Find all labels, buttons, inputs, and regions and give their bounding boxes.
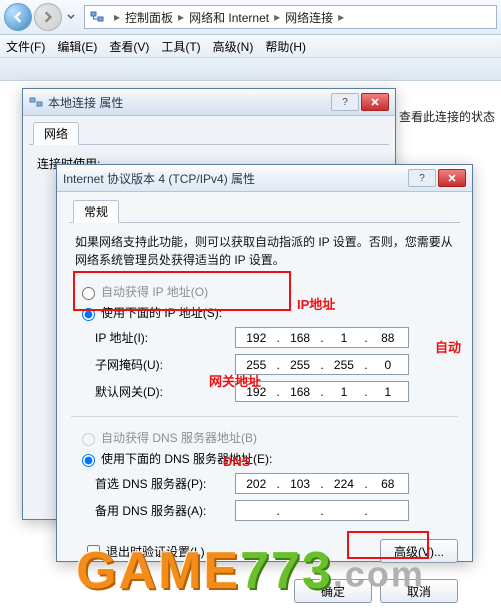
annotation-auto: 自动 [435,337,461,356]
cancel-button[interactable]: 取消 [380,579,458,603]
row-mask: 子网掩码(U): 255. 255. 255. 0 [73,354,456,375]
dlg2-close-button[interactable] [438,169,466,187]
crumb-network-internet[interactable]: 网络和 Internet [189,9,269,26]
input-ip-address[interactable]: 192. 168. 1. 88 [235,327,409,348]
mask-oct3[interactable]: 255 [324,358,365,372]
dlg1-tabs: 网络 [29,122,389,145]
radio-ip-auto-label: 自动获得 IP 地址(O) [101,283,208,300]
tab-network[interactable]: 网络 [33,122,79,145]
arrow-right-icon [42,11,54,23]
chevron-down-icon[interactable] [67,13,75,21]
ip-oct1[interactable]: 192 [236,331,277,345]
radio-dns-manual[interactable]: 使用下面的 DNS 服务器地址(E): [77,450,452,467]
menu-tools[interactable]: 工具(T) [161,38,200,55]
menu-view[interactable]: 查看(V) [109,38,149,55]
dlg2-title: Internet 协议版本 4 (TCP/IPv4) 属性 [63,170,255,187]
dlg1-titlebar[interactable]: 本地连接 属性 ? [23,89,395,116]
gw-oct3[interactable]: 1 [324,385,365,399]
row-dns1: 首选 DNS 服务器(P): 202. 103. 224. 68 [73,473,456,494]
crumb-network-connections[interactable]: 网络连接 [285,9,333,26]
checkbox-validate-input[interactable] [87,545,100,558]
row-dns2: 备用 DNS 服务器(A): . . . [73,500,456,521]
dns1-oct2[interactable]: 103 [280,477,321,491]
command-bar [0,58,501,81]
label-ip: IP 地址(I): [95,329,235,346]
breadcrumb-bar[interactable]: ▸ 控制面板 ▸ 网络和 Internet ▸ 网络连接 ▸ [84,5,497,29]
label-dns2: 备用 DNS 服务器(A): [95,502,235,519]
dns1-oct3[interactable]: 224 [324,477,365,491]
close-icon [371,98,379,106]
network-icon [89,9,105,25]
gw-oct2[interactable]: 168 [280,385,321,399]
radio-dns-manual-input[interactable] [82,454,95,467]
status-note: 查看此连接的状态 [399,108,495,125]
annotation-dns: DNS [223,454,250,469]
explorer-navbar: ▸ 控制面板 ▸ 网络和 Internet ▸ 网络连接 ▸ [0,0,501,35]
menu-advanced[interactable]: 高级(N) [213,38,254,55]
dlg2-tabs: 常规 [69,200,460,223]
menu-file[interactable]: 文件(F) [6,38,45,55]
radio-ip-manual[interactable]: 使用下面的 IP 地址(S): [77,304,452,321]
annotation-ip: IP地址 [297,294,335,313]
nav-back-button[interactable] [4,3,32,31]
dlg1-title: 本地连接 属性 [48,94,123,111]
network-adapter-icon [29,95,43,109]
dns1-oct1[interactable]: 202 [236,477,277,491]
dlg2-help-button[interactable]: ? [408,169,436,187]
annotation-gateway: 网关地址 [209,371,261,390]
input-subnet-mask[interactable]: 255. 255. 255. 0 [235,354,409,375]
radio-dns-auto-input [82,433,95,446]
gw-oct4[interactable]: 1 [368,385,409,399]
checkbox-validate-on-exit[interactable]: 退出时验证设置(L) [83,542,205,561]
mask-oct2[interactable]: 255 [280,358,321,372]
menu-help[interactable]: 帮助(H) [265,38,306,55]
radio-ip-manual-input[interactable] [82,308,95,321]
crumb-control-panel[interactable]: 控制面板 [125,9,173,26]
ip-oct2[interactable]: 168 [280,331,321,345]
advanced-button[interactable]: 高级(V)... [380,539,458,563]
ip-oct4[interactable]: 88 [368,331,409,345]
checkbox-validate-label: 退出时验证设置(L) [106,543,205,560]
mask-oct4[interactable]: 0 [368,358,409,372]
label-dns1: 首选 DNS 服务器(P): [95,475,235,492]
tab-general[interactable]: 常规 [73,200,119,223]
ok-button[interactable]: 确定 [294,579,372,603]
input-alternate-dns[interactable]: . . . [235,500,409,521]
nav-forward-button[interactable] [34,3,62,31]
row-ip: IP 地址(I): 192. 168. 1. 88 [73,327,456,348]
dlg1-help-button[interactable]: ? [331,93,359,111]
arrow-left-icon [12,11,24,23]
radio-dns-auto: 自动获得 DNS 服务器地址(B) [77,429,452,446]
menu-edit[interactable]: 编辑(E) [57,38,97,55]
radio-dns-auto-label: 自动获得 DNS 服务器地址(B) [101,429,257,446]
separator [71,416,458,417]
row-gateway: 默认网关(D): 192. 168. 1. 1 [73,381,456,402]
ipv4-description: 如果网络支持此功能，则可以获取自动指派的 IP 设置。否则，您需要从网络系统管理… [75,233,454,269]
dialog-buttons: 确定 取消 [57,573,472,611]
radio-ip-manual-label: 使用下面的 IP 地址(S): [101,304,222,321]
dlg1-close-button[interactable] [361,93,389,111]
input-default-gateway[interactable]: 192. 168. 1. 1 [235,381,409,402]
dialog-ipv4-properties: Internet 协议版本 4 (TCP/IPv4) 属性 ? 常规 如果网络支… [56,164,473,562]
dns1-oct4[interactable]: 68 [368,477,409,491]
input-preferred-dns[interactable]: 202. 103. 224. 68 [235,473,409,494]
radio-ip-auto-input[interactable] [82,287,95,300]
radio-ip-auto[interactable]: 自动获得 IP 地址(O) [77,283,452,300]
close-icon [448,174,456,182]
dlg2-titlebar[interactable]: Internet 协议版本 4 (TCP/IPv4) 属性 ? [57,165,472,192]
mask-oct1[interactable]: 255 [236,358,277,372]
menu-bar: 文件(F) 编辑(E) 查看(V) 工具(T) 高级(N) 帮助(H) [0,35,501,58]
ip-oct3[interactable]: 1 [324,331,365,345]
